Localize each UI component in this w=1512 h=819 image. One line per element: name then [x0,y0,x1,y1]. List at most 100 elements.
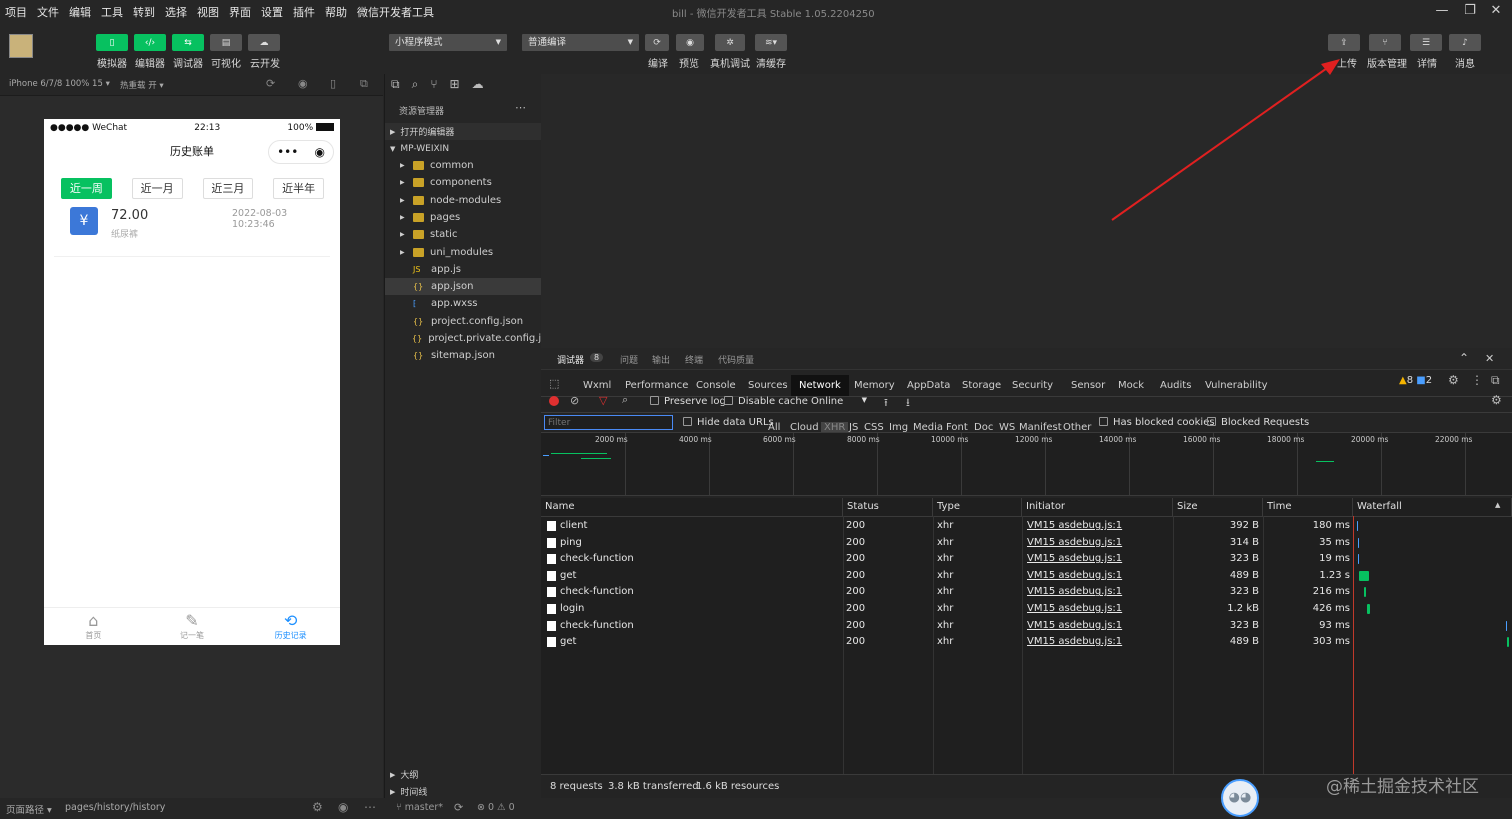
phone-icon[interactable]: ▯ [96,34,128,51]
column-header[interactable]: Status [843,498,933,516]
version-manage-button[interactable]: 版本管理 [1367,55,1407,70]
settings-icon[interactable]: ⚙ [312,800,323,814]
column-header[interactable]: Initiator [1022,498,1173,516]
mode-select[interactable]: 小程序模式 ▼ [389,34,507,51]
tab-network[interactable]: Network [791,375,849,396]
column-header[interactable]: Time [1263,498,1353,516]
tree-item[interactable]: ▶ components [385,174,542,191]
branch-indicator[interactable]: ⑂ master* [396,802,443,813]
clear-icon[interactable]: ⊘ [570,394,579,407]
tab-mock[interactable]: Mock [1118,375,1144,396]
more-icon[interactable]: ⋯ [515,101,526,114]
avatar[interactable] [9,34,33,58]
page-path-select[interactable]: 页面路径 ▾ [6,802,52,816]
tab-code-quality[interactable]: 代码质量 [718,353,754,366]
compile-button[interactable]: 编译 [648,55,668,70]
extensions-icon[interactable]: ⊞ [450,77,472,91]
preview-button[interactable]: 预览 [679,55,699,70]
menu-item[interactable]: 选择 [160,4,192,20]
git-icon[interactable]: ⑂ [430,77,449,91]
period-week[interactable]: 近一周 [61,178,112,199]
menu-item[interactable]: 项目 [0,4,32,20]
search-icon[interactable]: ⌕ [412,77,431,91]
kebab-icon[interactable]: ⋮ [1471,373,1483,387]
eye-icon[interactable]: ◉ [676,34,704,51]
tree-item[interactable]: {} sitemap.json [385,347,542,364]
search-icon[interactable]: ⌕ [622,393,628,407]
cell-initiator[interactable]: VM15 asdebug.js:1 [1027,618,1122,634]
menu-item[interactable]: 转到 [128,4,160,20]
menu-item[interactable]: 界面 [224,4,256,20]
project-section[interactable]: ▼ MP-WEIXIN [385,140,542,157]
real-device-debug-button[interactable]: 真机调试 [710,55,750,70]
sync-icon[interactable]: ⟳ [454,801,463,814]
cloud-dev-button[interactable]: 云开发 [250,55,280,70]
messages-button[interactable]: 消息 [1455,55,1475,70]
compile-select[interactable]: 普通编译 ▼ [522,34,639,51]
menu-item[interactable]: 微信开发者工具 [352,4,439,20]
tab-history[interactable]: ⟲ 历史记录 [241,608,340,645]
menu-icon[interactable]: ☰ [1410,34,1442,51]
tab-home[interactable]: ⌂ 首页 [44,608,143,645]
cloud-icon[interactable]: ☁ [248,34,280,51]
tree-item[interactable]: ▶ pages [385,209,542,226]
cell-initiator[interactable]: VM15 asdebug.js:1 [1027,535,1122,551]
hide-data-urls-checkbox[interactable]: Hide data URLs [683,417,774,428]
table-row[interactable]: login 200 xhr VM15 asdebug.js:1 1.2 kB 426 ms [541,601,1512,618]
menu-item[interactable]: 帮助 [320,4,352,20]
chevron-up-icon[interactable]: ⌃ [1459,351,1469,365]
column-header[interactable]: Type [933,498,1022,516]
settings-icon[interactable]: ⚙ [1491,393,1502,407]
layers-icon[interactable]: ≋▾ [755,34,787,51]
editor-button[interactable]: 编辑器 [135,55,165,70]
period-half-year[interactable]: 近半年 [273,178,324,199]
hot-reload-toggle[interactable]: 热重载 开 ▾ [120,79,164,91]
filter-input[interactable] [544,415,673,430]
device-select[interactable]: iPhone 6/7/8 100% 15 ▾ [9,79,110,89]
menu-item[interactable]: 编辑 [64,4,96,20]
disable-cache-checkbox[interactable]: Disable cache [724,396,808,407]
tree-item[interactable]: JS app.js [385,261,542,278]
column-header[interactable]: Name [541,498,843,516]
tree-item[interactable]: ▶ static [385,226,542,243]
tab-memory[interactable]: Memory [854,375,895,396]
branch-icon[interactable]: ⑂ [1369,34,1401,51]
reload-icon[interactable]: ⟳ [266,77,275,90]
tab-vulnerability[interactable]: Vulnerability [1205,375,1268,396]
menu-item[interactable]: 文件 [32,4,64,20]
minimize-icon[interactable]: — [1432,3,1452,21]
undock-icon[interactable]: ⧉ [1491,373,1500,388]
tree-item[interactable]: ⁅ app.wxss [385,295,542,312]
blocked-requests-checkbox[interactable]: Blocked Requests [1207,417,1309,428]
table-row[interactable]: get 200 xhr VM15 asdebug.js:1 489 B 303 ms [541,634,1512,651]
tab-security[interactable]: Security [1012,375,1053,396]
table-row[interactable]: check-function 200 xhr VM15 asdebug.js:1 323… [541,584,1512,601]
has-blocked-cookies-checkbox[interactable]: Has blocked cookies [1099,417,1215,428]
bell-icon[interactable]: ♪ [1449,34,1481,51]
tab-terminal[interactable]: 终端 [685,353,703,366]
menu-item[interactable]: 设置 [256,4,288,20]
close-icon[interactable]: ✕ [1485,352,1494,365]
sort-icon[interactable]: ▲ [1495,501,1500,509]
more-icon[interactable]: ••• [277,137,298,167]
eye-icon[interactable]: ◉ [338,800,348,814]
console-counts[interactable]: ▲8 ■2 [1399,375,1432,386]
cell-initiator[interactable]: VM15 asdebug.js:1 [1027,584,1122,600]
menu-item[interactable]: 工具 [96,4,128,20]
menu-item[interactable]: 视图 [192,4,224,20]
cell-initiator[interactable]: VM15 asdebug.js:1 [1027,634,1122,650]
column-header[interactable]: Size [1173,498,1263,516]
inspect-icon[interactable]: ⬚ [549,377,559,390]
outline-section[interactable]: ▶ 大纲 [385,766,542,783]
capsule-menu[interactable]: ••• ◉ [268,140,334,164]
import-icon[interactable]: ⭱ [884,394,888,413]
tab-sensor[interactable]: Sensor [1071,375,1105,396]
upload-icon[interactable]: ⇪ [1328,34,1360,51]
refresh-icon[interactable]: ⟳ [645,34,669,51]
list-item[interactable]: ¥ 72.00 2022-08-03 10:23:46 纸尿裤 [54,199,330,257]
simulator-button[interactable]: 模拟器 [97,55,127,70]
cloud-icon[interactable]: ☁ [472,77,496,91]
period-quarter[interactable]: 近三月 [202,178,254,199]
tree-item[interactable]: ▶ node-modules [385,192,542,209]
popout-icon[interactable]: ⧉ [360,77,368,91]
